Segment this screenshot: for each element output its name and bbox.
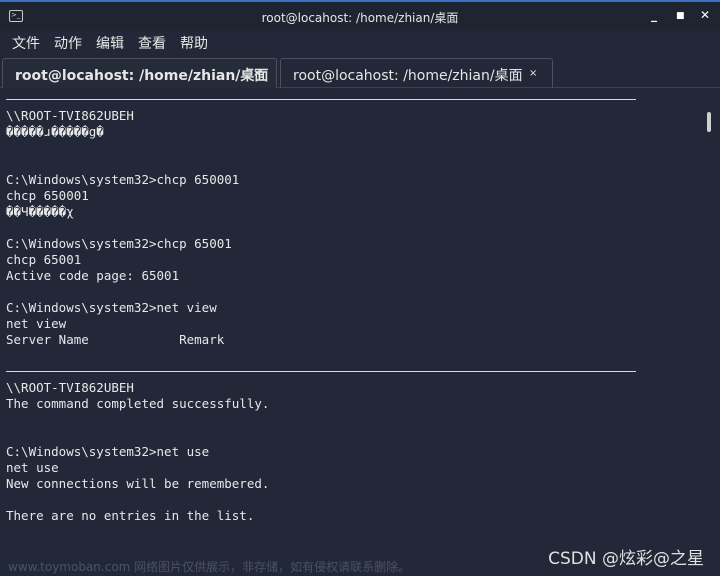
- close-button[interactable]: ✕: [700, 8, 710, 22]
- terminal-line: Server Name Remark: [6, 332, 225, 347]
- menu-view[interactable]: 查看: [138, 33, 166, 53]
- site-watermark: www.toymoban.com 网络图片仅供展示，非存储，如有侵权请联系删除。: [8, 560, 411, 574]
- tab-2[interactable]: root@locahost: /home/zhian/桌面 ×: [280, 58, 553, 88]
- terminal-line: chcp 650001: [6, 188, 89, 203]
- tab-label: root@locahost: /home/zhian/桌面: [293, 68, 523, 84]
- csdn-watermark: CSDN @炫彩@之星: [548, 549, 704, 569]
- tab-1[interactable]: root@locahost: /home/zhian/桌面 ×: [2, 58, 277, 88]
- tab-close-icon[interactable]: ×: [529, 68, 537, 79]
- terminal-line: C:\Windows\system32>net view: [6, 300, 217, 315]
- terminal-line: chcp 65001: [6, 252, 82, 267]
- terminal-line: \\ROOT-TVI862UBEH: [6, 108, 134, 123]
- terminal-line: Active code page: 65001: [6, 268, 180, 283]
- separator-line: [6, 92, 637, 108]
- terminal-line: net view: [6, 316, 67, 331]
- title-bar: >_ root@locahost: /home/zhian/桌面 _ ■ ✕: [0, 0, 720, 31]
- menu-action[interactable]: 动作: [54, 33, 82, 53]
- menu-bar: 文件 动作 编辑 查看 帮助: [0, 31, 720, 55]
- terminal-line: net use: [6, 460, 59, 475]
- menu-edit[interactable]: 编辑: [96, 33, 124, 53]
- maximize-button[interactable]: ■: [676, 11, 685, 21]
- tab-bar: root@locahost: /home/zhian/桌面 × root@loc…: [0, 56, 720, 88]
- scrollbar[interactable]: [707, 112, 711, 132]
- menu-file[interactable]: 文件: [12, 33, 40, 53]
- terminal-line: �����ɹ�����g�: [6, 124, 104, 139]
- separator-line: [6, 364, 637, 380]
- terminal-output[interactable]: \\ROOT-TVI862UBEH �����ɹ�����g� C:\Windows…: [6, 92, 637, 524]
- terminal-line: The command completed successfully.: [6, 396, 270, 411]
- terminal-line: C:\Windows\system32>net use: [6, 444, 210, 459]
- menu-help[interactable]: 帮助: [180, 33, 208, 53]
- tab-label: root@locahost: /home/zhian/桌面: [15, 68, 269, 84]
- terminal-line: There are no entries in the list.: [6, 508, 255, 523]
- minimize-button[interactable]: _: [651, 8, 657, 22]
- tab-close-icon[interactable]: ×: [253, 68, 261, 79]
- terminal-line: C:\Windows\system32>chcp 65001: [6, 236, 232, 251]
- terminal-line: \\ROOT-TVI862UBEH: [6, 380, 134, 395]
- terminal-line: C:\Windows\system32>chcp 650001: [6, 172, 240, 187]
- terminal-line: New connections will be remembered.: [6, 476, 270, 491]
- terminal-line: ��Ч�����χ: [6, 204, 74, 219]
- window-title: root@locahost: /home/zhian/桌面: [261, 11, 459, 25]
